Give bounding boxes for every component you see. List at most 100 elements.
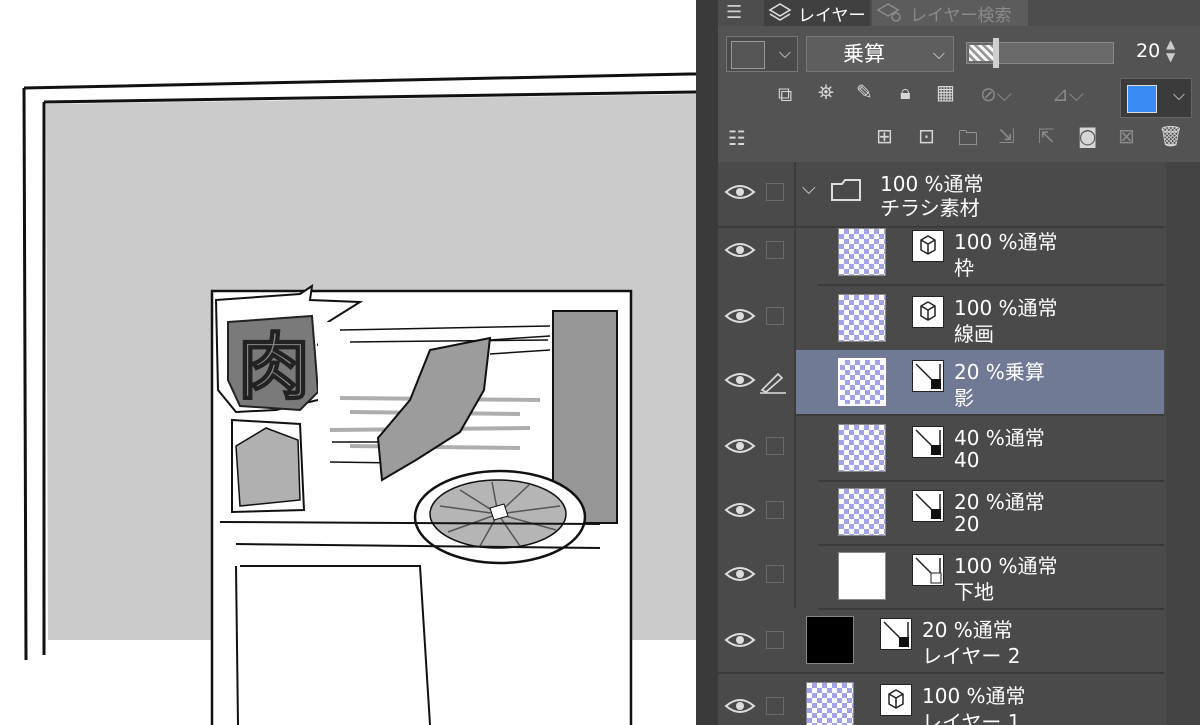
layer-name: 40 [954, 448, 980, 472]
raster-layer-icon [912, 554, 944, 586]
eye-icon[interactable] [724, 564, 756, 584]
layer-row[interactable]: 100 %通常 レイヤー 1 [718, 674, 1164, 725]
layer-name: 線画 [954, 322, 994, 346]
opacity-preview [969, 45, 995, 61]
layer-row[interactable]: 40 %通常 40 [818, 416, 1164, 482]
delete-layer-icon[interactable]: 🗑︎ [1158, 124, 1183, 148]
flyer-meat-glyph: 肉 [238, 325, 310, 409]
eye-icon[interactable] [724, 436, 756, 456]
layer-opacity-mode: 20 %乗算 [954, 360, 1045, 384]
layer-opacity-mode: 20 %通常 [954, 490, 1045, 514]
chevron-down-icon: ⌵ [932, 44, 945, 63]
new-raster-layer-icon[interactable]: ⊞ [876, 124, 893, 148]
layer-thumbnail [838, 294, 886, 342]
draft-layer-icon[interactable]: ✎ [856, 80, 873, 104]
layer-thumbnail [838, 552, 886, 600]
layer-name: 枠 [954, 256, 974, 280]
layer-name: 下地 [954, 580, 994, 604]
layer-row[interactable]: 100 %通常 線画 [818, 286, 1164, 352]
layer-row[interactable]: 100 %通常 枠 [818, 220, 1164, 286]
opacity-slider[interactable] [966, 42, 1114, 64]
layer-opacity-mode: 40 %通常 [954, 426, 1045, 450]
opacity-value[interactable]: 20 [1136, 40, 1160, 62]
folder-expand-chevron-icon[interactable]: ⌵ [802, 178, 816, 199]
folder-icon [831, 179, 861, 201]
layer-color-select[interactable]: ⌵ [1120, 78, 1192, 118]
layer-opacity-mode: 100 %通常 [954, 230, 1058, 254]
layer-row-selected[interactable]: 20 %乗算 影 [796, 350, 1164, 416]
layer-list: ⌵ 100 %通常 チラシ素材 100 %通常 枠 100 %通常 線画 20 … [718, 162, 1200, 725]
layer-name: チラシ素材 [880, 196, 980, 220]
drawing-canvas[interactable]: 肉 [0, 0, 696, 725]
merge-down-icon[interactable]: ⇱ [1038, 124, 1055, 148]
layer-thumbnail [806, 616, 854, 664]
layer-property-icon[interactable]: ☷ [728, 126, 746, 150]
chevron-down-icon: ⌵ [1172, 85, 1185, 104]
layer-row[interactable]: 20 %通常 20 [818, 480, 1164, 546]
new-vector-layer-icon[interactable]: ⊡ [918, 124, 935, 148]
layer-mask-icon[interactable]: ◙ [1078, 124, 1097, 148]
opacity-slider-thumb[interactable] [993, 38, 999, 68]
vector-layer-icon [880, 684, 912, 716]
blend-mode-select[interactable]: 乗算 ⌵ [806, 36, 954, 72]
raster-layer-icon [912, 426, 944, 458]
layer-select-checkbox[interactable] [766, 241, 784, 259]
chevron-down-icon: ⌵ [778, 43, 791, 62]
opacity-spinner[interactable]: ▲ ▼ [1166, 38, 1175, 64]
pen-editing-icon [760, 372, 786, 394]
layer-name: 20 [954, 512, 980, 536]
raster-layer-icon [880, 618, 912, 650]
eye-icon[interactable] [724, 500, 756, 520]
layer-name: レイヤー 2 [922, 644, 1021, 668]
layer-select-checkbox[interactable] [766, 631, 784, 649]
eye-icon[interactable] [724, 630, 756, 650]
layer-select-checkbox[interactable] [766, 437, 784, 455]
eye-icon[interactable] [724, 240, 756, 260]
layer-select-checkbox[interactable] [766, 565, 784, 583]
panel-menu-icon[interactable]: ☰ [726, 2, 742, 23]
layer-select-checkbox[interactable] [766, 307, 784, 325]
tab-layer[interactable]: レイヤー [764, 0, 870, 26]
blend-mode-value: 乗算 [843, 42, 885, 66]
layer-select-checkbox[interactable] [766, 697, 784, 715]
layer-select-checkbox[interactable] [766, 501, 784, 519]
layer-thumbnail [838, 358, 886, 406]
layer-search-icon [876, 3, 901, 22]
layer-opacity-mode: 100 %通常 [954, 296, 1058, 320]
layer-name: レイヤー 1 [922, 710, 1021, 725]
layer-row[interactable]: 20 %通常 レイヤー 2 [718, 608, 1164, 674]
eye-icon[interactable] [724, 370, 756, 390]
mask-toggle-icon[interactable]: ⊘⌵ [980, 82, 1012, 106]
layers-icon [768, 3, 792, 21]
tab-layer-search-label: レイヤー検索 [910, 5, 1012, 26]
reference-layer-icon[interactable]: ⛯ [818, 80, 834, 104]
layer-select-checkbox[interactable] [766, 183, 784, 201]
apply-mask-icon[interactable]: ⊠ [1118, 124, 1135, 148]
layer-color-accent [1127, 85, 1157, 113]
layer-list-scrollbar[interactable] [1166, 162, 1200, 725]
ruler-toggle-icon[interactable]: ⊿⌵ [1052, 82, 1084, 106]
lock-transparency-icon[interactable]: ▦ [936, 80, 955, 104]
lock-icon[interactable]: 🔒︎ [900, 80, 911, 104]
layer-color-picker[interactable]: ⌵ [726, 36, 798, 72]
new-folder-icon[interactable]: 🗀︎ [958, 124, 978, 158]
layer-panel: ☰ レイヤー レイヤー検索 ⌵ 乗算 ⌵ 20 ▲ ▼ ⧉ ⛯ ✎ 🔒︎ ▦ ⊘⌵… [696, 0, 1200, 725]
layer-name: 影 [954, 386, 974, 410]
eye-icon[interactable] [724, 182, 756, 202]
eye-icon[interactable] [724, 306, 756, 326]
layer-thumbnail [838, 488, 886, 536]
clip-layer-icon[interactable]: ⧉ [778, 82, 792, 106]
eye-icon[interactable] [724, 696, 756, 716]
layer-row[interactable]: 100 %通常 下地 [818, 544, 1164, 610]
vector-layer-icon [912, 296, 944, 328]
layer-opacity-mode: 100 %通常 [922, 684, 1026, 708]
panel-dock-strip [696, 0, 718, 725]
raster-layer-icon [912, 490, 944, 522]
tab-layer-search[interactable]: レイヤー検索 [872, 0, 1028, 26]
transfer-down-icon[interactable]: ⇲ [998, 124, 1015, 148]
vector-layer-icon [912, 230, 944, 262]
canvas-artwork: 肉 [22, 72, 696, 725]
raster-layer-icon [912, 360, 944, 392]
layer-thumbnail [806, 682, 854, 725]
layer-row-folder[interactable]: ⌵ 100 %通常 チラシ素材 [718, 162, 1164, 228]
